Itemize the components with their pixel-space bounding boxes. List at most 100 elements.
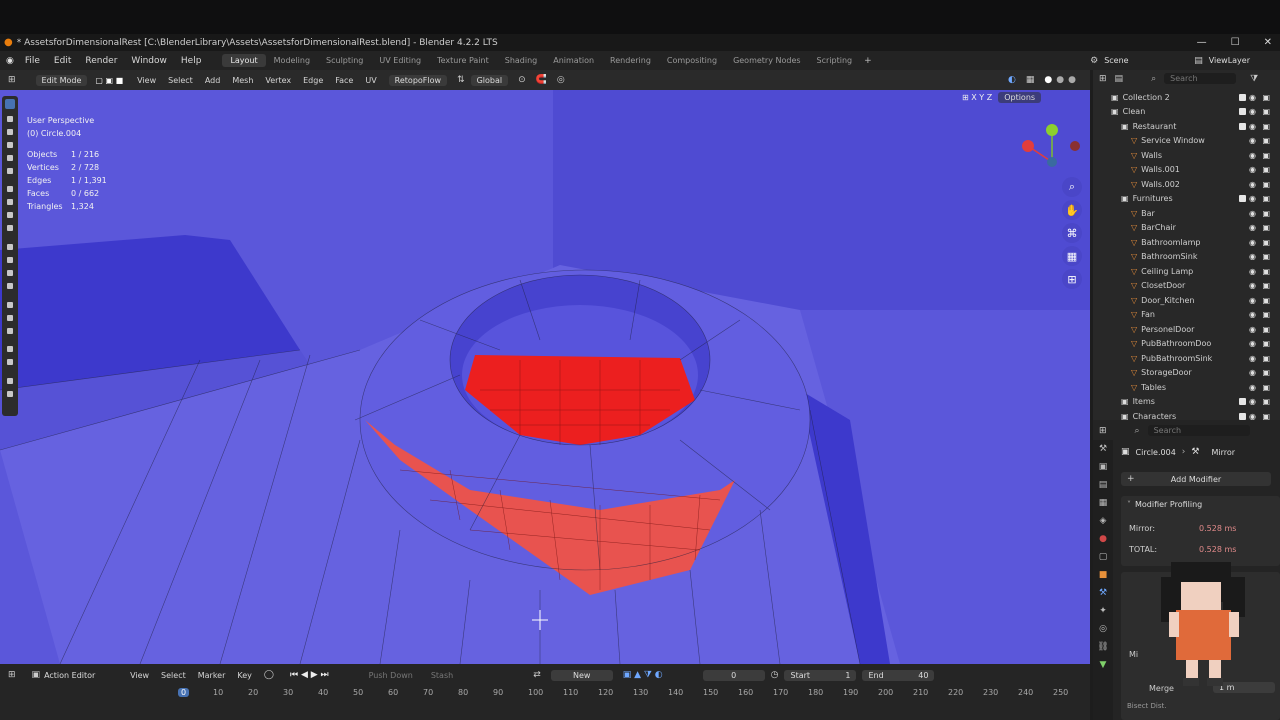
outliner-search-input[interactable]: Search xyxy=(1164,73,1237,84)
world-tab-icon[interactable]: ● xyxy=(1099,534,1107,544)
tool-tab-icon[interactable]: ⚒ xyxy=(1099,444,1107,454)
end-frame-field[interactable]: End 40 xyxy=(862,669,935,681)
outliner-row[interactable]: ▽ ClosetDoor ◉ ▣ xyxy=(1093,279,1280,293)
blender-menu-icon[interactable]: ◉ xyxy=(6,56,14,66)
visibility-eye-icon[interactable]: ◉ xyxy=(1249,252,1256,261)
perspective-toggle-icon[interactable]: ▦ xyxy=(1062,246,1082,266)
menu-add[interactable]: Add xyxy=(199,76,227,85)
view-layer-tab-icon[interactable]: ▦ xyxy=(1099,498,1108,508)
render-camera-icon[interactable]: ▣ xyxy=(1262,383,1270,392)
playback-controls-icon[interactable]: ⏮ ◀ ▶ ⏭ xyxy=(290,670,329,680)
visibility-eye-icon[interactable]: ◉ xyxy=(1249,325,1256,334)
visibility-eye-icon[interactable]: ◉ xyxy=(1249,397,1256,406)
viewlayer-selector[interactable]: ViewLayer xyxy=(1209,56,1250,65)
visibility-eye-icon[interactable]: ◉ xyxy=(1249,136,1256,145)
close-icon[interactable]: ✕ xyxy=(1264,37,1272,48)
exclude-checkbox[interactable] xyxy=(1239,398,1246,405)
scene-tab-icon[interactable]: ◈ xyxy=(1100,516,1107,526)
render-camera-icon[interactable]: ▣ xyxy=(1262,238,1270,247)
outliner-row[interactable]: ▽ Walls ◉ ▣ xyxy=(1093,148,1280,162)
visibility-eye-icon[interactable]: ◉ xyxy=(1249,209,1256,218)
menu-face[interactable]: Face xyxy=(329,76,359,85)
record-icon[interactable]: ◯ xyxy=(264,670,274,680)
visibility-eye-icon[interactable]: ◉ xyxy=(1249,180,1256,189)
tab-scripting[interactable]: Scripting xyxy=(809,54,861,67)
modifier-tab-icon[interactable]: ⚒ xyxy=(1099,588,1107,598)
render-camera-icon[interactable]: ▣ xyxy=(1262,267,1270,276)
outliner-row[interactable]: ▣ Items ◉ ▣ xyxy=(1093,395,1280,409)
outliner-type-icon[interactable]: ⊞ xyxy=(1099,74,1107,84)
menu-select[interactable]: Select xyxy=(162,76,199,85)
timeline-menu-key[interactable]: Key xyxy=(231,671,258,680)
profiling-title[interactable]: ˅ Modifier Profiling xyxy=(1121,496,1280,513)
menu-edit[interactable]: Edit xyxy=(47,56,78,66)
minimize-icon[interactable]: — xyxy=(1197,37,1207,48)
orientation-selector[interactable]: Global xyxy=(470,74,509,86)
outliner-row[interactable]: ▽ BarChair ◉ ▣ xyxy=(1093,221,1280,235)
visibility-eye-icon[interactable]: ◉ xyxy=(1249,107,1256,116)
render-tab-icon[interactable]: ▣ xyxy=(1099,462,1108,472)
zoom-icon[interactable]: ⌕ xyxy=(1062,177,1082,197)
pan-hand-icon[interactable]: ✋ xyxy=(1062,200,1082,220)
xray-icon[interactable]: ▦ xyxy=(1026,75,1035,85)
properties-type-icon[interactable]: ⊞ xyxy=(1099,426,1107,436)
camera-view-icon[interactable]: ⌘ xyxy=(1062,223,1082,243)
menu-uv[interactable]: UV xyxy=(359,76,382,85)
outliner-row[interactable]: ▽ PubBathroomSink ◉ ▣ xyxy=(1093,351,1280,365)
menu-mesh[interactable]: Mesh xyxy=(226,76,259,85)
outliner-row[interactable]: ▽ Walls.001 ◉ ▣ xyxy=(1093,163,1280,177)
visibility-eye-icon[interactable]: ◉ xyxy=(1249,238,1256,247)
outliner-row[interactable]: ▽ Tables ◉ ▣ xyxy=(1093,380,1280,394)
3d-viewport[interactable]: User Perspective (0) Circle.004 Objects 1… xyxy=(0,90,1090,664)
retopoflow-button[interactable]: RetopoFlow xyxy=(388,74,448,86)
render-camera-icon[interactable]: ▣ xyxy=(1262,296,1270,305)
tab-geometry-nodes[interactable]: Geometry Nodes xyxy=(725,54,808,67)
outliner-row[interactable]: ▽ Ceiling Lamp ◉ ▣ xyxy=(1093,264,1280,278)
tab-modeling[interactable]: Modeling xyxy=(266,54,318,67)
render-camera-icon[interactable]: ▣ xyxy=(1262,252,1270,261)
menu-vertex[interactable]: Vertex xyxy=(259,76,297,85)
editor-type-icon[interactable]: ⊞ xyxy=(8,75,16,85)
render-camera-icon[interactable]: ▣ xyxy=(1262,368,1270,377)
stash-button[interactable]: Stash xyxy=(431,671,453,680)
outliner-row[interactable]: ▣ Clean ◉ ▣ xyxy=(1093,105,1280,119)
outliner-row[interactable]: ▽ PersonelDoor ◉ ▣ xyxy=(1093,322,1280,336)
add-modifier-button[interactable]: + Add Modifier xyxy=(1121,472,1271,486)
outliner-row[interactable]: ▽ Bathroomlamp ◉ ▣ xyxy=(1093,235,1280,249)
physics-tab-icon[interactable]: ◎ xyxy=(1099,624,1107,634)
render-camera-icon[interactable]: ▣ xyxy=(1262,397,1270,406)
tab-shading[interactable]: Shading xyxy=(497,54,546,67)
outliner-row[interactable]: ▣ Furnitures ◉ ▣ xyxy=(1093,192,1280,206)
editor-mode-selector[interactable]: Action Editor xyxy=(44,671,124,680)
timeline-menu-marker[interactable]: Marker xyxy=(192,671,232,680)
tab-compositing[interactable]: Compositing xyxy=(659,54,725,67)
output-tab-icon[interactable]: ▤ xyxy=(1099,480,1108,490)
pivot-icon[interactable]: ⊙ xyxy=(518,75,526,85)
timeline-menu-select[interactable]: Select xyxy=(155,671,192,680)
filter-icon[interactable]: ⧩ xyxy=(1250,74,1258,84)
exclude-checkbox[interactable] xyxy=(1239,93,1246,101)
shading-rendered-icon[interactable]: ● xyxy=(1068,75,1076,85)
data-tab-icon[interactable]: ▼ xyxy=(1100,660,1107,670)
render-camera-icon[interactable]: ▣ xyxy=(1262,223,1270,232)
exclude-checkbox[interactable] xyxy=(1239,195,1246,202)
constraints-tab-icon[interactable]: ⛓ xyxy=(1097,642,1108,652)
start-frame-field[interactable]: Start 1 xyxy=(784,669,857,681)
visibility-eye-icon[interactable]: ◉ xyxy=(1249,383,1256,392)
visibility-eye-icon[interactable]: ◉ xyxy=(1249,310,1256,319)
shading-solid-icon[interactable]: ● xyxy=(1044,75,1052,85)
outliner-row[interactable]: ▽ BathroomSink ◉ ▣ xyxy=(1093,250,1280,264)
visibility-eye-icon[interactable]: ◉ xyxy=(1249,296,1256,305)
tab-texture-paint[interactable]: Texture Paint xyxy=(429,54,497,67)
render-camera-icon[interactable]: ▣ xyxy=(1262,180,1270,189)
visibility-eye-icon[interactable]: ◉ xyxy=(1249,281,1256,290)
timeline-menu-view[interactable]: View xyxy=(124,671,155,680)
outliner-row[interactable]: ▽ Bar ◉ ▣ xyxy=(1093,206,1280,220)
render-camera-icon[interactable]: ▣ xyxy=(1262,339,1270,348)
particles-tab-icon[interactable]: ✦ xyxy=(1099,606,1107,616)
new-action-button[interactable]: New xyxy=(550,669,613,681)
render-camera-icon[interactable]: ▣ xyxy=(1262,209,1270,218)
render-camera-icon[interactable]: ▣ xyxy=(1262,136,1270,145)
visibility-eye-icon[interactable]: ◉ xyxy=(1249,122,1256,131)
visibility-eye-icon[interactable]: ◉ xyxy=(1249,339,1256,348)
